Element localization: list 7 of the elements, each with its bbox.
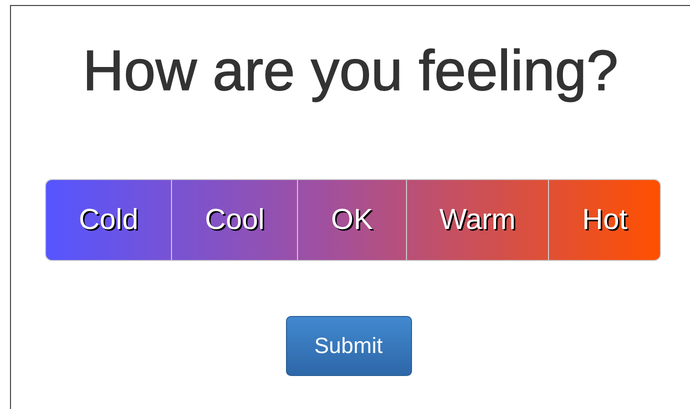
feeling-option[interactable]: Warm [406, 180, 548, 260]
feeling-option[interactable]: Cold [46, 180, 172, 260]
feeling-option[interactable]: OK [297, 180, 406, 260]
page-heading: How are you feeling? [82, 38, 620, 105]
submit-button[interactable]: Submit [286, 316, 412, 376]
feeling-option[interactable]: Hot [548, 180, 660, 260]
feeling-option[interactable]: Cool [171, 180, 298, 260]
